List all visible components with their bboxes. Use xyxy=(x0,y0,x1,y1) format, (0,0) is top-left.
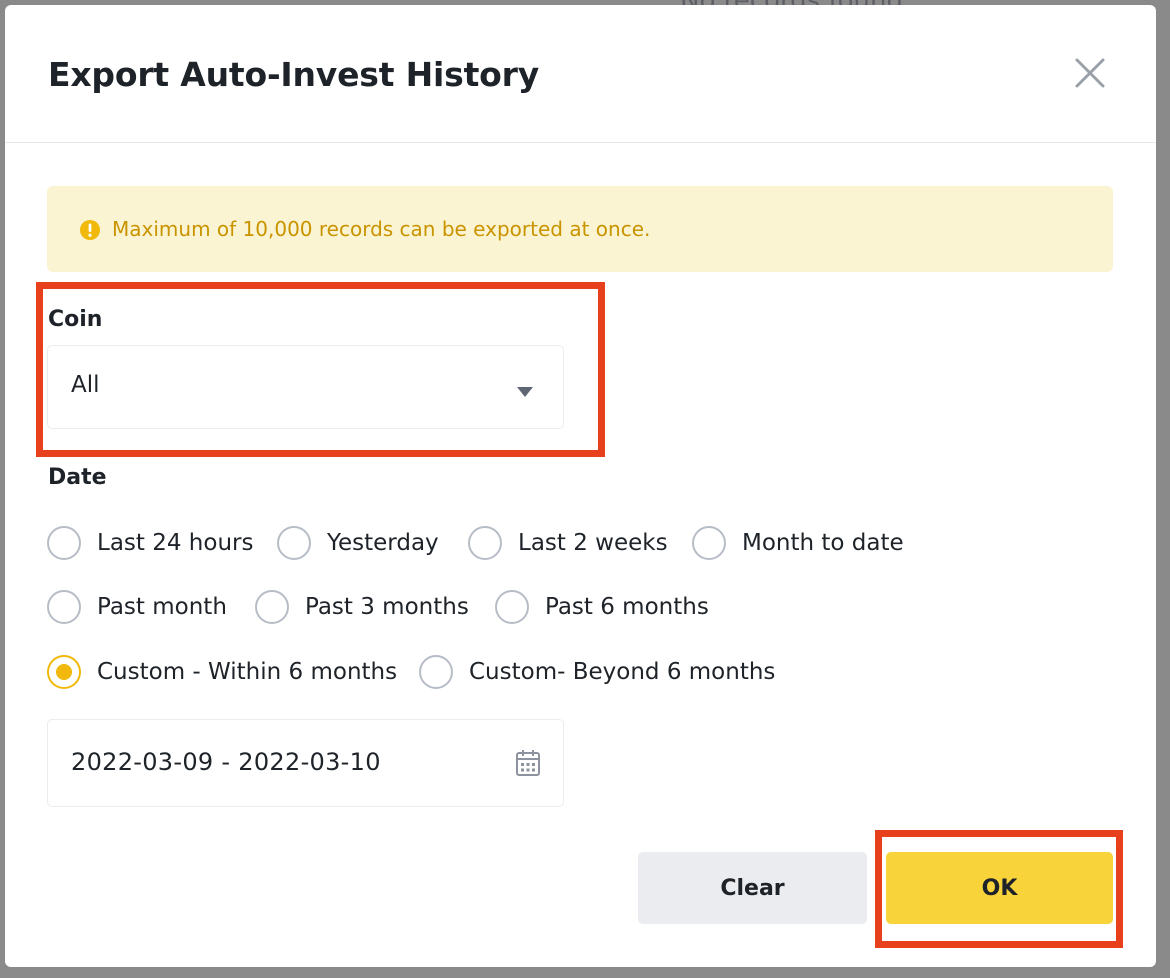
radio-past-month[interactable]: Past month xyxy=(47,590,227,624)
radio-circle xyxy=(47,590,81,624)
radio-label: Past 3 months xyxy=(305,594,469,620)
coin-label: Coin xyxy=(48,307,103,332)
radio-label: Past month xyxy=(97,594,227,620)
radio-yesterday[interactable]: Yesterday xyxy=(277,526,439,560)
radio-label: Yesterday xyxy=(327,530,439,556)
exclamation-circle-icon xyxy=(79,219,101,241)
dialog-header: Export Auto-Invest History xyxy=(5,5,1156,143)
radio-label: Custom- Beyond 6 months xyxy=(469,659,776,685)
radio-past-6-months[interactable]: Past 6 months xyxy=(495,590,709,624)
radio-circle xyxy=(468,526,502,560)
ok-button[interactable]: OK xyxy=(886,852,1113,924)
notice-text: Maximum of 10,000 records can be exporte… xyxy=(112,217,651,241)
radio-circle xyxy=(47,526,81,560)
radio-label: Last 2 weeks xyxy=(518,530,668,556)
radio-month-to-date[interactable]: Month to date xyxy=(692,526,904,560)
date-range-value: 2022-03-09 - 2022-03-10 xyxy=(71,748,381,776)
radio-last-24-hours[interactable]: Last 24 hours xyxy=(47,526,253,560)
radio-custom-within-6-months[interactable]: Custom - Within 6 months xyxy=(47,655,397,689)
radio-custom-beyond-6-months[interactable]: Custom- Beyond 6 months xyxy=(419,655,775,689)
radio-label: Month to date xyxy=(742,530,904,556)
radio-label: Past 6 months xyxy=(545,594,709,620)
date-range-input[interactable]: 2022-03-09 - 2022-03-10 xyxy=(47,719,564,807)
export-dialog: Export Auto-Invest History Maximum of 10… xyxy=(5,5,1156,967)
radio-circle xyxy=(495,590,529,624)
caret-down-icon xyxy=(516,383,534,402)
export-limit-notice: Maximum of 10,000 records can be exporte… xyxy=(47,186,1113,272)
radio-label: Last 24 hours xyxy=(97,530,254,556)
coin-select[interactable]: All xyxy=(47,345,564,429)
radio-circle xyxy=(692,526,726,560)
radio-past-3-months[interactable]: Past 3 months xyxy=(255,590,469,624)
date-label: Date xyxy=(48,465,107,490)
radio-last-2-weeks[interactable]: Last 2 weeks xyxy=(468,526,668,560)
radio-label: Custom - Within 6 months xyxy=(97,659,398,685)
clear-button[interactable]: Clear xyxy=(638,852,867,924)
radio-circle xyxy=(255,590,289,624)
coin-select-value: All xyxy=(71,372,100,398)
radio-circle xyxy=(419,655,453,689)
radio-circle-checked xyxy=(47,655,81,689)
dialog-title: Export Auto-Invest History xyxy=(48,55,540,94)
radio-circle xyxy=(277,526,311,560)
calendar-icon[interactable] xyxy=(515,749,541,781)
close-icon[interactable] xyxy=(1070,53,1110,93)
